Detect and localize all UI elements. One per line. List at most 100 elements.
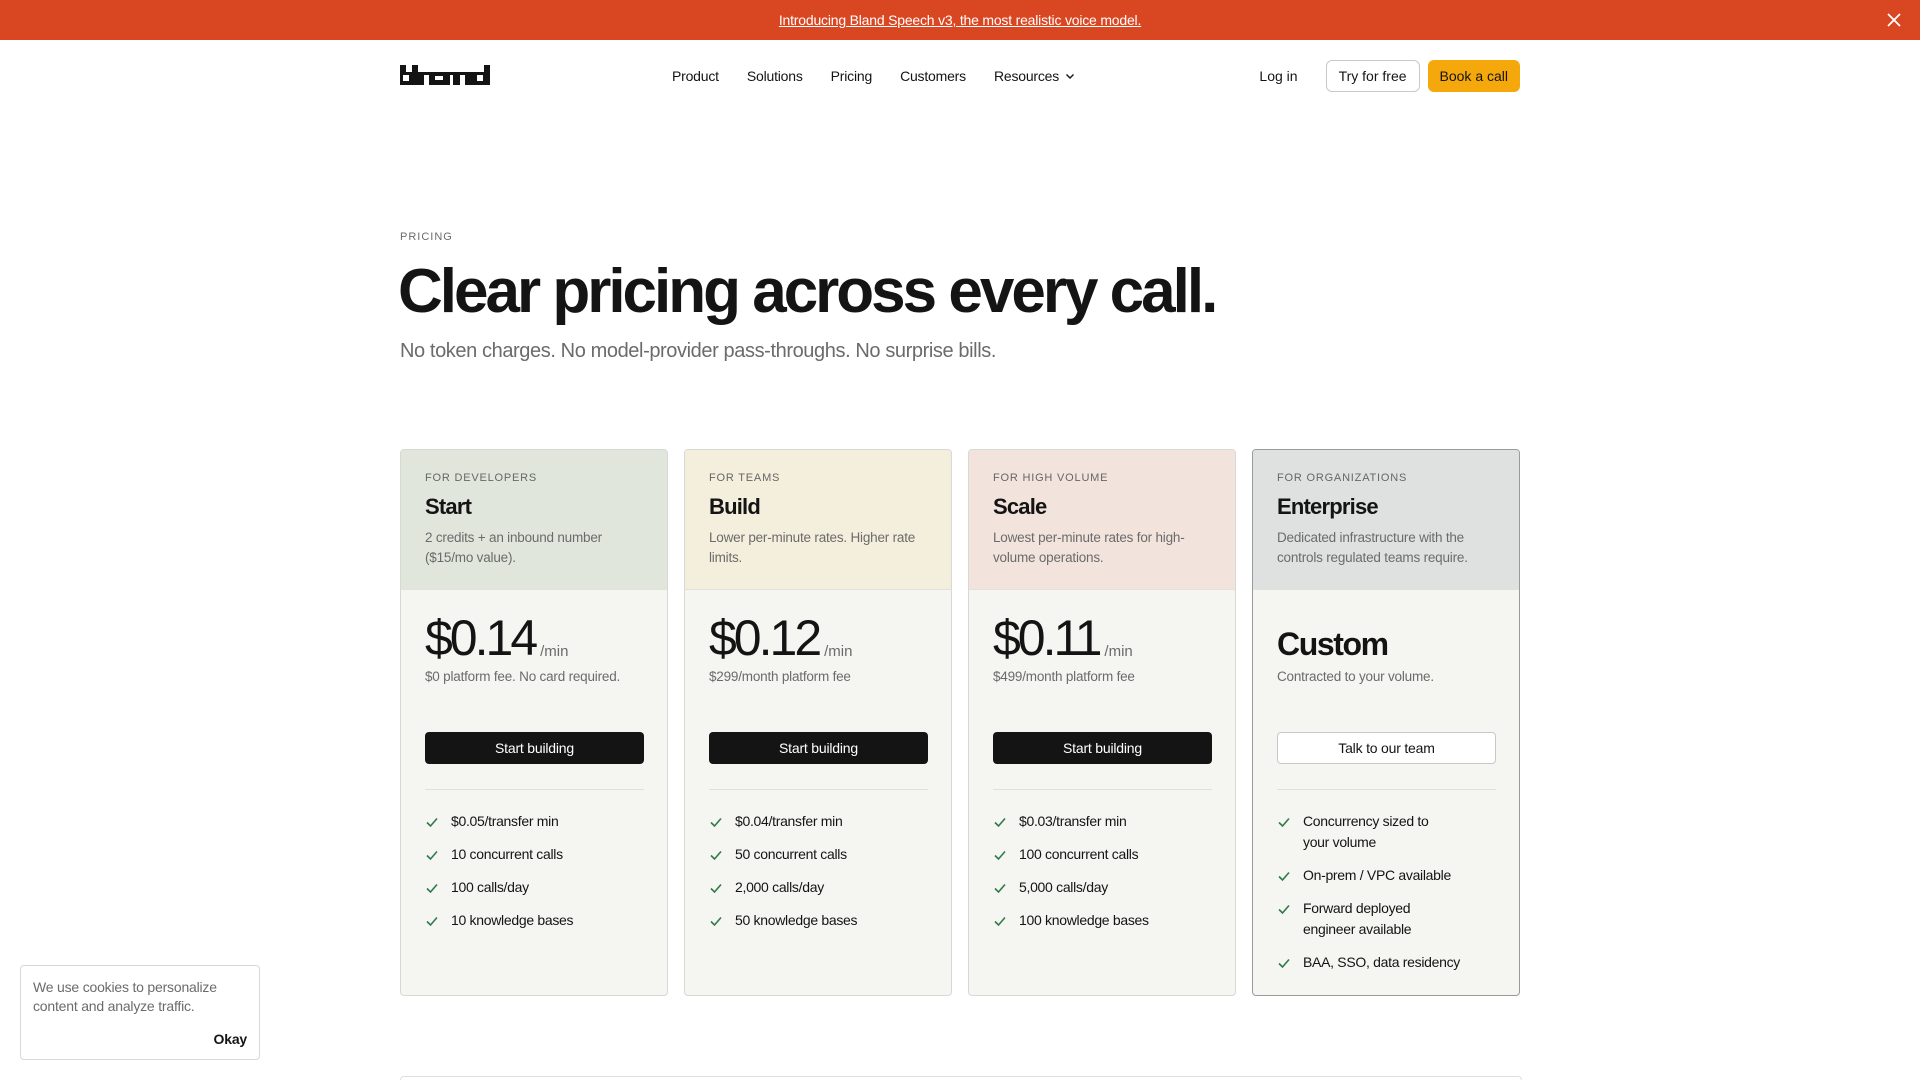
plan-price: $0.11: [993, 610, 1102, 666]
check-icon: [710, 817, 722, 828]
start-building-button[interactable]: Start building: [993, 732, 1212, 764]
plan-price: $0.12: [709, 610, 822, 666]
page-eyebrow: PRICING: [400, 231, 453, 243]
plan-fee: $299/month platform fee: [709, 669, 851, 684]
check-icon: [994, 850, 1006, 861]
plan-price-unit: /min: [824, 643, 853, 660]
feature-text: 10 concurrent calls: [451, 846, 563, 862]
feature-item: 100 knowledge bases: [993, 910, 1212, 931]
feature-item: 50 concurrent calls: [709, 844, 928, 865]
check-icon: [994, 883, 1006, 894]
plan-header: FOR HIGH VOLUME Scale Lowest per-minute …: [969, 450, 1235, 590]
feature-text: 2,000 calls/day: [735, 879, 824, 895]
nav-item-customers[interactable]: Customers: [900, 68, 966, 84]
feature-item: 2,000 calls/day: [709, 877, 928, 898]
plan-features: Concurrency sized to your volume On-prem…: [1277, 811, 1496, 985]
feature-text: 10 knowledge bases: [451, 912, 574, 928]
nav-item-solutions[interactable]: Solutions: [747, 68, 803, 84]
feature-item: Concurrency sized to your volume: [1277, 811, 1496, 853]
plan-name: Build: [709, 494, 761, 519]
plan-features: $0.04/transfer min 50 concurrent calls 2…: [709, 811, 928, 943]
feature-text: 100 concurrent calls: [1019, 846, 1139, 862]
nav-item-product[interactable]: Product: [672, 68, 719, 84]
plan-card-build: FOR TEAMS Build Lower per-minute rates. …: [684, 449, 952, 996]
feature-text: BAA, SSO, data residency: [1303, 954, 1460, 970]
feature-text: 100 calls/day: [451, 879, 529, 895]
try-for-free-button[interactable]: Try for free: [1325, 60, 1420, 92]
plan-header: FOR ORGANIZATIONS Enterprise Dedicated i…: [1253, 450, 1519, 590]
feature-item: 10 concurrent calls: [425, 844, 644, 865]
plan-description: 2 credits + an inbound number ($15/mo va…: [425, 530, 602, 565]
plan-card-enterprise: FOR ORGANIZATIONS Enterprise Dedicated i…: [1252, 449, 1520, 996]
feature-text: 50 knowledge bases: [735, 912, 858, 928]
plan-description: Lowest per-minute rates for high-volume …: [993, 530, 1185, 565]
feature-text: 5,000 calls/day: [1019, 879, 1108, 895]
cookie-okay-button[interactable]: Okay: [214, 1031, 248, 1047]
feature-item: 5,000 calls/day: [993, 877, 1212, 898]
next-section-edge: [400, 1076, 1522, 1080]
check-icon: [426, 916, 438, 927]
plan-price-row: $0.11 /min: [993, 610, 1133, 666]
plan-fee: $499/month platform fee: [993, 669, 1135, 684]
check-icon: [1278, 817, 1290, 828]
plan-header: FOR DEVELOPERS Start 2 credits + an inbo…: [401, 450, 667, 590]
plan-price-unit: /min: [1104, 643, 1133, 660]
close-icon[interactable]: [1884, 10, 1904, 30]
divider: [709, 789, 928, 790]
plan-price: Custom: [1277, 626, 1389, 662]
book-a-call-button[interactable]: Book a call: [1427, 60, 1520, 92]
nav-item-pricing[interactable]: Pricing: [831, 68, 873, 84]
plan-price-row: $0.12 /min: [709, 610, 852, 666]
page-title: Clear pricing across every call.: [398, 257, 1218, 326]
check-icon: [994, 817, 1006, 828]
plan-header: FOR TEAMS Build Lower per-minute rates. …: [685, 450, 951, 590]
start-building-button[interactable]: Start building: [709, 732, 928, 764]
feature-text: Forward deployed engineer available: [1303, 900, 1412, 937]
check-icon: [426, 850, 438, 861]
plan-tag: FOR HIGH VOLUME: [993, 472, 1109, 484]
nav-actions: Log in Try for free Book a call: [1247, 40, 1520, 112]
check-icon: [994, 916, 1006, 927]
feature-item: 100 calls/day: [425, 877, 644, 898]
plan-fee: Contracted to your volume.: [1277, 669, 1434, 684]
start-building-button[interactable]: Start building: [425, 732, 644, 764]
divider: [1277, 789, 1496, 790]
page-subtitle: No token charges. No model-provider pass…: [400, 340, 997, 362]
check-icon: [1278, 958, 1290, 969]
nav-item-resources[interactable]: Resources: [994, 68, 1075, 84]
plan-price-row: $0.14 /min: [425, 610, 568, 666]
navbar: Product Solutions Pricing Customers Reso…: [400, 40, 1520, 112]
talk-to-our-team-button[interactable]: Talk to our team: [1277, 732, 1496, 764]
plan-card-start: FOR DEVELOPERS Start 2 credits + an inbo…: [400, 449, 668, 996]
check-icon: [710, 850, 722, 861]
feature-item: $0.05/transfer min: [425, 811, 644, 832]
bland-logo[interactable]: [400, 63, 490, 89]
plan-name: Enterprise: [1277, 494, 1379, 519]
announcement-bar: Introducing Bland Speech v3, the most re…: [0, 0, 1920, 40]
plan-name: Start: [425, 494, 472, 519]
pricing-cards: FOR DEVELOPERS Start 2 credits + an inbo…: [400, 449, 1522, 996]
plan-name: Scale: [993, 494, 1047, 519]
plan-features: $0.05/transfer min 10 concurrent calls 1…: [425, 811, 644, 943]
plan-price-unit: /min: [540, 643, 569, 660]
feature-item: 10 knowledge bases: [425, 910, 644, 931]
check-icon: [426, 817, 438, 828]
feature-item: $0.04/transfer min: [709, 811, 928, 832]
plan-fee: $0 platform fee. No card required.: [425, 669, 621, 684]
nav-links: Product Solutions Pricing Customers Reso…: [672, 40, 1075, 112]
check-icon: [710, 883, 722, 894]
check-icon: [426, 883, 438, 894]
feature-item: 100 concurrent calls: [993, 844, 1212, 865]
chevron-down-icon: [1066, 74, 1075, 79]
feature-item: 50 knowledge bases: [709, 910, 928, 931]
feature-item: $0.03/transfer min: [993, 811, 1212, 832]
feature-item: Forward deployed engineer available: [1277, 898, 1496, 940]
announcement-link[interactable]: Introducing Bland Speech v3, the most re…: [779, 12, 1142, 28]
cookie-text: We use cookies to personalize content an…: [33, 979, 217, 1014]
plan-description: Dedicated infrastructure with the contro…: [1277, 530, 1468, 565]
login-link[interactable]: Log in: [1247, 60, 1309, 92]
plan-tag: FOR TEAMS: [709, 472, 781, 484]
plan-card-scale: FOR HIGH VOLUME Scale Lowest per-minute …: [968, 449, 1236, 996]
feature-text: $0.04/transfer min: [735, 813, 843, 829]
feature-item: On-prem / VPC available: [1277, 865, 1496, 886]
